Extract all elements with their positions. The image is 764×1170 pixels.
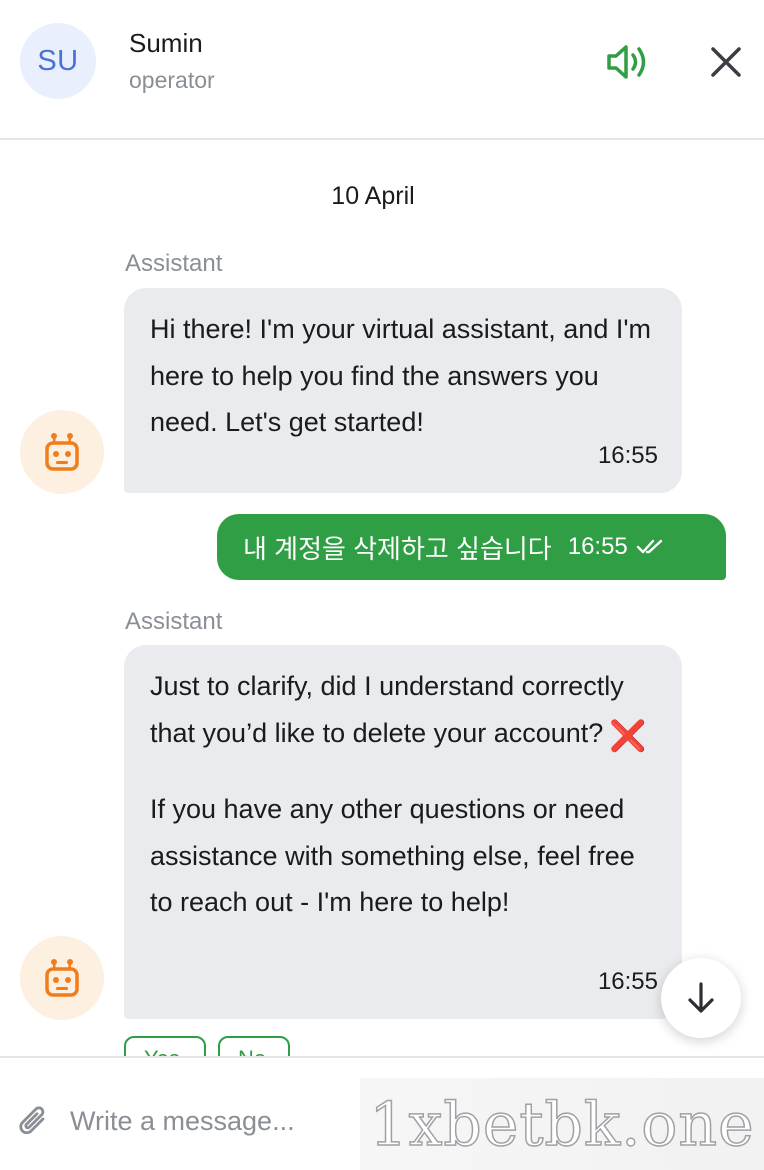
- message-paragraph: Just to clarify, did I understand correc…: [150, 663, 656, 756]
- watermark: 1xbetbk.one: [360, 1078, 764, 1170]
- message-text: 내 계정을 삭제하고 싶습니다: [243, 533, 552, 564]
- robot-icon: [45, 433, 79, 471]
- arrow-down-icon: [688, 982, 714, 1013]
- message-text: Just to clarify, did I understand correc…: [150, 671, 624, 748]
- message-paragraph: If you have any other questions or need …: [150, 794, 635, 917]
- close-button[interactable]: [702, 38, 750, 86]
- attach-button[interactable]: [14, 1100, 54, 1144]
- date-separator: 10 April: [331, 182, 415, 210]
- scroll-to-bottom-button[interactable]: [661, 958, 741, 1038]
- operator-avatar: SU: [20, 23, 96, 99]
- robot-icon: [45, 959, 79, 997]
- message-input[interactable]: [70, 1098, 360, 1144]
- speaker-icon: [607, 45, 646, 79]
- cross-mark-emoji: ❌: [609, 718, 647, 754]
- bot-avatar: [20, 410, 104, 494]
- incoming-message: Just to clarify, did I understand correc…: [124, 645, 682, 1019]
- incoming-message: Hi there! I'm your virtual assistant, an…: [124, 288, 682, 493]
- operator-name: Sumin: [129, 28, 203, 58]
- message-time: 16:55: [597, 441, 658, 469]
- quick-reply-no-button[interactable]: No: [218, 1036, 290, 1056]
- close-icon: [711, 47, 741, 77]
- message-time: 16:55: [597, 967, 658, 995]
- quick-replies: Yes No: [124, 1036, 290, 1056]
- chat-header: SU Sumin operator: [0, 0, 764, 140]
- paperclip-icon: [19, 1106, 45, 1135]
- message-list[interactable]: 10 April Assistant Hi there! I'm your vi…: [0, 142, 764, 1056]
- sound-toggle-button[interactable]: [600, 38, 652, 86]
- message-time: 16:55: [567, 533, 628, 560]
- message-composer: 1xbetbk.one: [0, 1056, 764, 1170]
- message-sender: Assistant: [125, 250, 223, 277]
- message-sender: Assistant: [125, 608, 223, 635]
- operator-role: operator: [129, 67, 215, 93]
- bot-avatar: [20, 936, 104, 1020]
- outgoing-message: 내 계정을 삭제하고 싶습니다 16:55: [217, 514, 726, 580]
- message-text: Hi there! I'm your virtual assistant, an…: [150, 314, 651, 437]
- quick-reply-yes-button[interactable]: Yes: [124, 1036, 206, 1056]
- double-check-icon: [636, 538, 666, 556]
